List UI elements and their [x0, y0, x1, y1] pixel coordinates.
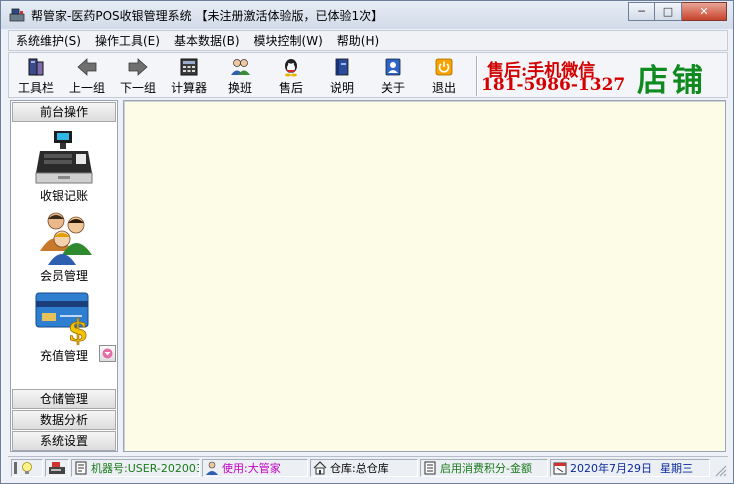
menu-bar: 系统维护(S) 操作工具(E) 基本数据(B) 模块控制(W) 帮助(H)	[8, 30, 728, 51]
main-workspace	[123, 100, 726, 452]
shift-change-label: 换班	[227, 81, 252, 95]
status-warehouse-panel: 仓库:总仓库	[310, 459, 418, 477]
next-group-button[interactable]: 下一组	[113, 57, 163, 97]
contact-icon	[385, 58, 401, 76]
cash-register-icon	[35, 131, 93, 184]
note-icon	[424, 461, 436, 475]
toolbar-separator	[476, 56, 478, 96]
qq-icon	[285, 59, 297, 77]
calculator-button[interactable]: 计算器	[164, 57, 214, 97]
status-cashier-panel[interactable]	[45, 459, 69, 477]
shift-change-button[interactable]: 换班	[215, 57, 265, 97]
nav-section-system-settings[interactable]: 系统设置	[12, 431, 116, 451]
status-machine-id: 机器号:USER-202003	[91, 462, 200, 475]
manual-label: 说明	[329, 81, 354, 95]
manual-button[interactable]: 说明	[317, 57, 367, 97]
status-warehouse: 仓库:总仓库	[330, 462, 389, 475]
app-window: 帮管家-医药POS收银管理系统 【未注册激活体验版，已体验1次】 ─ □ ✕ 系…	[0, 0, 734, 484]
document-icon	[75, 461, 87, 475]
menu-tools[interactable]: 操作工具(E)	[88, 32, 167, 49]
about-button[interactable]: 关于	[368, 57, 418, 97]
svg-text:$: $	[68, 314, 89, 345]
nav-entry-checkout-label: 收银记账	[39, 189, 88, 203]
toolbar-toggle-button[interactable]: 工具栏	[11, 57, 61, 97]
nav-entry-checkout[interactable]: 收银记账	[15, 129, 113, 204]
nav-scroll-down-button[interactable]	[99, 345, 116, 362]
toolbar-toggle-label: 工具栏	[17, 81, 54, 95]
status-machine-panel: 机器号:USER-202003	[71, 459, 200, 477]
status-date-panel: 2020年7月29日 星期三	[550, 459, 710, 477]
after-sales-button[interactable]: 售后	[266, 57, 316, 97]
title-bar[interactable]: 帮管家-医药POS收银管理系统 【未注册激活体验版，已体验1次】 ─ □ ✕	[1, 1, 733, 29]
about-label: 关于	[380, 81, 405, 95]
prev-group-label: 上一组	[68, 81, 105, 95]
left-nav-panel: 前台操作 收银记账 会员管理 $ 充值管理 仓储管理 数据分析 系统设置	[10, 100, 118, 452]
toolbar: 工具栏 上一组 下一组 计算器 换班 售后 说明 关于 退出 售后:手机微信 1…	[8, 52, 728, 100]
nav-entry-members[interactable]: 会员管理	[15, 211, 113, 284]
nav-section-warehouse[interactable]: 仓储管理	[12, 389, 116, 409]
members-icon	[40, 212, 92, 265]
status-points-mode: 启用消费积分-金额	[440, 462, 532, 475]
nav-entry-members-label: 会员管理	[39, 269, 88, 283]
toolbar-icon	[28, 58, 44, 76]
maximize-button[interactable]: □	[655, 2, 682, 21]
status-points-panel: 启用消费积分-金额	[420, 459, 548, 477]
menu-basic-data[interactable]: 基本数据(B)	[167, 32, 247, 49]
menu-help[interactable]: 帮助(H)	[330, 32, 386, 49]
status-tip-panel[interactable]	[11, 459, 43, 477]
calculator-icon	[180, 58, 198, 76]
arrow-left-icon	[77, 58, 97, 76]
window-title: 帮管家-医药POS收银管理系统 【未注册激活体验版，已体验1次】	[31, 9, 384, 23]
close-button[interactable]: ✕	[682, 2, 727, 21]
nav-section-front-desk[interactable]: 前台操作	[12, 102, 116, 122]
calculator-label: 计算器	[170, 81, 207, 95]
arrow-right-icon	[128, 58, 148, 76]
next-group-label: 下一组	[119, 81, 156, 95]
after-sales-label: 售后	[278, 81, 303, 95]
status-user: 使用:大管家	[222, 462, 281, 475]
lightbulb-icon	[14, 462, 32, 474]
app-icon	[9, 8, 25, 22]
exit-label: 退出	[431, 81, 456, 95]
book-icon	[335, 58, 349, 76]
exit-button[interactable]: 退出	[419, 57, 469, 97]
minimize-button[interactable]: ─	[628, 2, 655, 21]
support-phone-number: 181-5986-1327	[481, 75, 626, 95]
cashier-icon	[49, 462, 65, 474]
power-icon	[435, 58, 453, 76]
status-date: 2020年7月29日	[570, 462, 652, 475]
status-bar: 机器号:USER-202003 使用:大管家 仓库:总仓库 启用消费积分-金额	[8, 456, 728, 478]
user-icon	[206, 461, 218, 475]
chevron-down-icon	[102, 348, 113, 359]
recharge-card-icon: $	[35, 292, 89, 345]
calendar-icon	[553, 462, 567, 475]
menu-module-control[interactable]: 模块控制(W)	[247, 32, 330, 49]
nav-section-data-analysis[interactable]: 数据分析	[12, 410, 116, 430]
resize-grip-icon[interactable]	[713, 463, 727, 477]
status-user-panel: 使用:大管家	[202, 459, 308, 477]
shop-link[interactable]: 店铺	[637, 55, 707, 100]
shift-icon	[231, 59, 250, 75]
menu-system-maintenance[interactable]: 系统维护(S)	[9, 32, 88, 49]
home-icon	[313, 461, 327, 475]
status-weekday: 星期三	[660, 462, 693, 475]
prev-group-button[interactable]: 上一组	[62, 57, 112, 97]
